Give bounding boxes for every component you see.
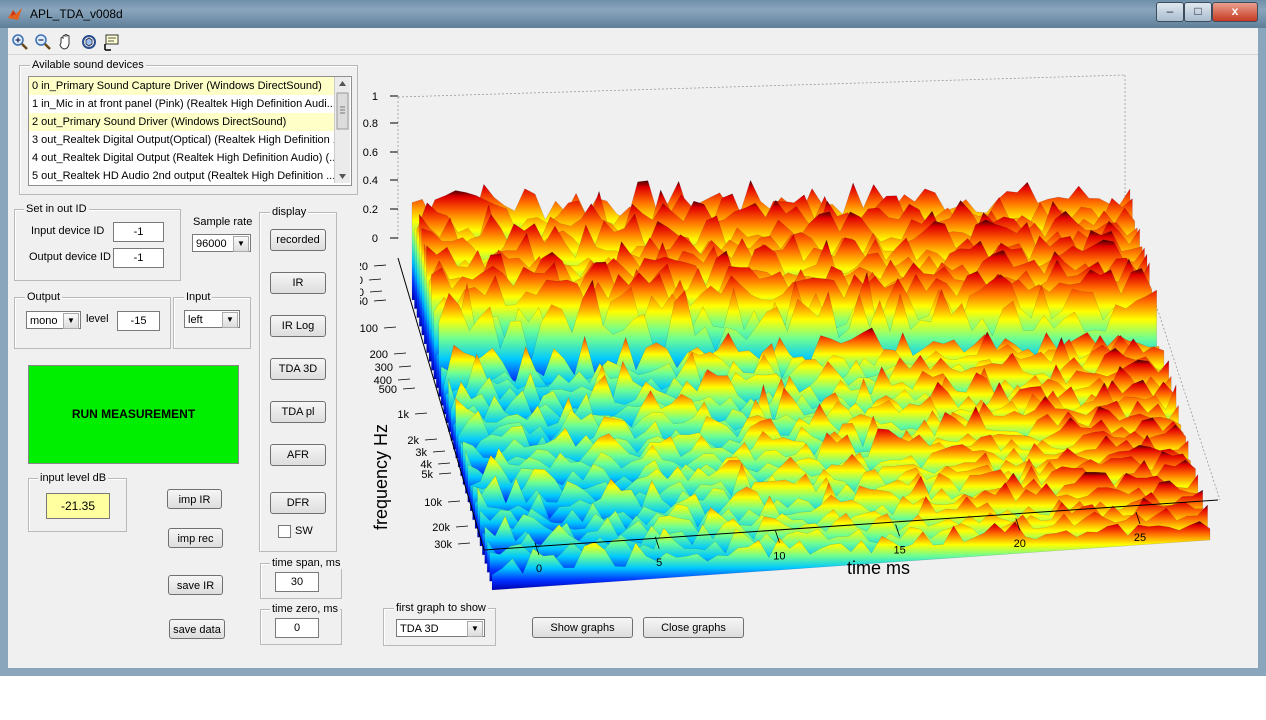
time-zero-field[interactable]: 0 <box>275 618 319 638</box>
frame-bottom <box>0 668 1266 676</box>
input-device-id-label: Input device ID <box>31 225 105 237</box>
sw-label: SW <box>295 525 313 537</box>
list-item[interactable]: 5 out_Realtek HD Audio 2nd output (Realt… <box>29 167 334 185</box>
save-data-button[interactable]: save data <box>169 619 225 639</box>
z-tick-label: 0.8 <box>363 118 378 130</box>
chevron-down-icon: ▼ <box>63 313 79 329</box>
matlab-app-icon <box>7 6 23 22</box>
y-tick-label: 300 <box>375 362 393 374</box>
frame-right <box>1258 28 1266 676</box>
y-tick-label: 2k <box>407 435 419 447</box>
x-tick-label: 10 <box>773 551 785 563</box>
list-item[interactable]: 3 out_Realtek Digital Output(Optical) (R… <box>29 131 334 149</box>
close-button[interactable]: x <box>1212 2 1258 22</box>
z-tick-label: 0.6 <box>363 147 378 159</box>
input-device-id-field[interactable]: -1 <box>113 222 164 242</box>
x-axis-label: time ms <box>847 558 910 578</box>
device-listbox[interactable]: 0 in_Primary Sound Capture Driver (Windo… <box>28 76 352 186</box>
chevron-down-icon: ▼ <box>233 236 249 252</box>
device-list-scrollbar[interactable] <box>334 77 350 183</box>
scroll-down-icon <box>339 174 346 179</box>
y-tick-label: 30k <box>434 539 452 551</box>
y-tick-label: 20 <box>360 261 368 273</box>
output-group-label: Output <box>25 291 63 303</box>
sample-rate-select[interactable]: 96000 ▼ <box>192 234 251 252</box>
output-mode-value: mono <box>30 315 58 327</box>
time-zero-label: time zero, ms <box>270 603 341 615</box>
sample-rate-value: 96000 <box>196 238 227 250</box>
list-item[interactable]: 2 out_Primary Sound Driver (Windows Dire… <box>29 113 334 131</box>
dfr-button[interactable]: DFR <box>270 492 326 514</box>
chevron-down-icon: ▼ <box>222 312 238 328</box>
y-tick-label: 5k <box>421 469 433 481</box>
x-tick-label: 0 <box>536 563 542 575</box>
y-tick-label: 50 <box>360 296 368 308</box>
y-tick-label: 200 <box>370 349 388 361</box>
toolbar <box>8 28 1258 55</box>
input-level-label: input level dB <box>38 472 109 484</box>
x-tick-label: 15 <box>893 544 905 556</box>
frame-left <box>0 28 8 676</box>
zoom-in-icon[interactable] <box>10 32 30 52</box>
window-title: APL_TDA_v008d <box>30 7 123 21</box>
y-tick-label: 100 <box>360 323 378 335</box>
time-span-field[interactable]: 30 <box>275 572 319 592</box>
x-tick-label: 25 <box>1134 532 1146 544</box>
zoom-out-icon[interactable] <box>33 32 53 52</box>
output-device-id-label: Output device ID <box>29 251 111 263</box>
y-axis-label: frequency Hz <box>371 424 391 530</box>
z-tick-label: 0 <box>372 233 378 245</box>
y-tick-label: 10k <box>424 497 442 509</box>
display-group-label: display <box>270 206 309 218</box>
y-tick-label: 1k <box>397 409 409 421</box>
x-tick-label: 20 <box>1014 538 1026 550</box>
list-item[interactable]: 1 in_Mic in at front panel (Pink) (Realt… <box>29 95 334 113</box>
z-tick-labels: 1 0.8 0.6 0.4 0.2 0 <box>363 91 398 245</box>
ir-button[interactable]: IR <box>270 272 326 294</box>
pan-icon[interactable] <box>56 32 76 52</box>
title-bar <box>0 0 1266 28</box>
input-group-label: Input <box>184 291 213 303</box>
input-channel-select[interactable]: left ▼ <box>184 310 240 328</box>
z-tick-label: 1 <box>372 91 378 103</box>
save-ir-button[interactable]: save IR <box>168 575 223 595</box>
list-item[interactable]: 4 out_Realtek Digital Output (Realtek Hi… <box>29 149 334 167</box>
sw-checkbox[interactable] <box>278 525 291 538</box>
devices-group-label: Avilable sound devices <box>30 59 146 71</box>
data-cursor-icon[interactable] <box>102 32 122 52</box>
rotate-3d-icon[interactable] <box>79 32 99 52</box>
x-tick-label: 5 <box>656 557 662 569</box>
afr-button[interactable]: AFR <box>270 444 326 466</box>
tda-3d-button[interactable]: TDA 3D <box>270 358 326 380</box>
y-tick-label: 3k <box>415 447 427 459</box>
sample-rate-label: Sample rate <box>193 216 253 228</box>
run-measurement-button[interactable]: RUN MEASUREMENT <box>28 365 239 464</box>
y-tick-label: 30 <box>360 275 363 287</box>
time-span-label: time span, ms <box>270 557 343 569</box>
imp-rec-button[interactable]: imp rec <box>168 528 223 548</box>
ir-log-button[interactable]: IR Log <box>270 315 326 337</box>
z-tick-label: 0.2 <box>363 204 378 216</box>
y-tick-label: 500 <box>379 384 397 396</box>
set-io-group-label: Set in out ID <box>24 203 89 215</box>
scroll-up-icon <box>339 81 346 86</box>
output-level-label: level <box>86 313 109 325</box>
input-level-value: -21.35 <box>46 493 110 519</box>
input-channel-value: left <box>188 314 203 326</box>
output-level-field[interactable]: -15 <box>117 311 160 331</box>
waterfall-surface <box>411 179 1211 591</box>
list-item[interactable]: 0 in_Primary Sound Capture Driver (Windo… <box>29 77 334 95</box>
set-io-group <box>14 209 181 281</box>
output-device-id-field[interactable]: -1 <box>113 248 164 268</box>
recorded-button[interactable]: recorded <box>270 229 326 251</box>
tda-pl-button[interactable]: TDA pl <box>270 401 326 423</box>
output-mode-select[interactable]: mono ▼ <box>26 311 81 329</box>
tda-3d-plot[interactable]: 10.80.60.40.20 203040501002003004005001k… <box>360 60 1250 660</box>
z-tick-label: 0.4 <box>363 175 378 187</box>
y-tick-label: 20k <box>432 522 450 534</box>
imp-ir-button[interactable]: imp IR <box>167 489 222 509</box>
minimize-button[interactable]: – <box>1156 2 1184 22</box>
maximize-button[interactable]: □ <box>1184 2 1212 22</box>
